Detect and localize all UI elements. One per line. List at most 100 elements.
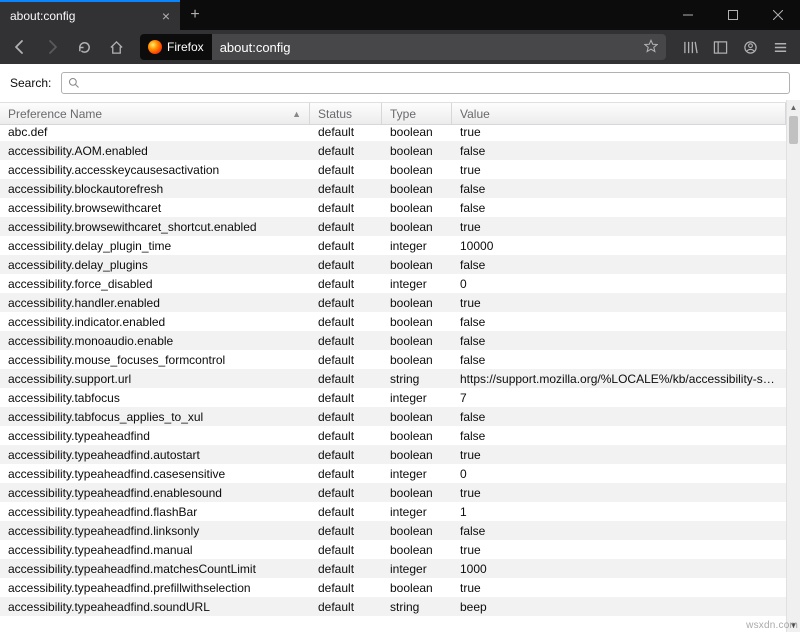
forward-button[interactable] (38, 33, 66, 61)
cell-status: default (310, 277, 382, 291)
cell-type: boolean (382, 334, 452, 348)
table-row[interactable]: accessibility.typeaheadfind.flashBardefa… (0, 502, 786, 521)
new-tab-button[interactable]: + (180, 0, 210, 30)
table-row[interactable]: accessibility.tabfocus_applies_to_xuldef… (0, 407, 786, 426)
table-row[interactable]: accessibility.mouse_focuses_formcontrold… (0, 350, 786, 369)
table-row[interactable]: accessibility.typeaheadfind.enablesoundd… (0, 483, 786, 502)
cell-type: string (382, 600, 452, 614)
cell-value: 0 (452, 277, 786, 291)
cell-status: default (310, 448, 382, 462)
url-bar[interactable]: about:config (212, 34, 666, 60)
cell-value: false (452, 144, 786, 158)
table-row[interactable]: accessibility.typeaheadfind.prefillwiths… (0, 578, 786, 597)
cell-status: default (310, 353, 382, 367)
table-row[interactable]: accessibility.blockautorefreshdefaultboo… (0, 179, 786, 198)
cell-status: default (310, 201, 382, 215)
close-tab-icon[interactable]: × (162, 8, 170, 24)
table-row[interactable]: accessibility.delay_plugin_timedefaultin… (0, 236, 786, 255)
table-row[interactable]: accessibility.browsewithcaret_shortcut.e… (0, 217, 786, 236)
table-row[interactable]: accessibility.indicator.enableddefaultbo… (0, 312, 786, 331)
scroll-thumb[interactable] (789, 116, 798, 144)
table-row[interactable]: accessibility.typeaheadfind.matchesCount… (0, 559, 786, 578)
table-row[interactable]: abc.defdefaultbooleantrue (0, 122, 786, 141)
cell-name: accessibility.tabfocus (0, 391, 310, 405)
col-header-name[interactable]: Preference Name ▲ (0, 103, 310, 124)
cell-status: default (310, 372, 382, 386)
cell-status: default (310, 524, 382, 538)
table-row[interactable]: accessibility.typeaheadfind.soundURLdefa… (0, 597, 786, 616)
account-button[interactable] (736, 33, 764, 61)
col-header-value[interactable]: Value (452, 103, 786, 124)
table-row[interactable]: accessibility.support.urldefaultstringht… (0, 369, 786, 388)
col-header-status[interactable]: Status (310, 103, 382, 124)
table-row[interactable]: accessibility.delay_pluginsdefaultboolea… (0, 255, 786, 274)
sidebar-button[interactable] (706, 33, 734, 61)
app-menu-button[interactable] (766, 33, 794, 61)
table-row[interactable]: accessibility.monoaudio.enabledefaultboo… (0, 331, 786, 350)
back-button[interactable] (6, 33, 34, 61)
navigation-toolbar: Firefox about:config (0, 30, 800, 64)
cell-name: accessibility.monoaudio.enable (0, 334, 310, 348)
table-row[interactable]: accessibility.browsewithcaretdefaultbool… (0, 198, 786, 217)
cell-name: accessibility.browsewithcaret (0, 201, 310, 215)
table-row[interactable]: accessibility.accesskeycausesactivationd… (0, 160, 786, 179)
cell-name: accessibility.typeaheadfind.flashBar (0, 505, 310, 519)
reload-button[interactable] (70, 33, 98, 61)
search-label: Search: (10, 76, 51, 90)
home-button[interactable] (102, 33, 130, 61)
table-row[interactable]: accessibility.tabfocusdefaultinteger7 (0, 388, 786, 407)
cell-status: default (310, 600, 382, 614)
cell-status: default (310, 144, 382, 158)
cell-status: default (310, 296, 382, 310)
identity-label: Firefox (167, 40, 204, 54)
cell-type: boolean (382, 429, 452, 443)
cell-value: false (452, 182, 786, 196)
cell-value: 10000 (452, 239, 786, 253)
identity-chip[interactable]: Firefox (140, 34, 212, 60)
cell-type: boolean (382, 448, 452, 462)
table-row[interactable]: accessibility.typeaheadfind.linksonlydef… (0, 521, 786, 540)
browser-tab[interactable]: about:config × (0, 0, 180, 30)
cell-type: boolean (382, 220, 452, 234)
cell-status: default (310, 258, 382, 272)
cell-value: true (452, 448, 786, 462)
cell-status: default (310, 220, 382, 234)
search-input[interactable] (61, 72, 790, 94)
cell-status: default (310, 429, 382, 443)
cell-value: 7 (452, 391, 786, 405)
cell-name: accessibility.force_disabled (0, 277, 310, 291)
cell-value: false (452, 410, 786, 424)
cell-name: accessibility.delay_plugin_time (0, 239, 310, 253)
cell-name: accessibility.typeaheadfind.enablesound (0, 486, 310, 500)
maximize-button[interactable] (710, 0, 755, 30)
cell-status: default (310, 391, 382, 405)
close-window-button[interactable] (755, 0, 800, 30)
url-text: about:config (220, 40, 291, 55)
library-button[interactable] (676, 33, 704, 61)
table-row[interactable]: accessibility.force_disableddefaultinteg… (0, 274, 786, 293)
cell-value: false (452, 201, 786, 215)
tab-title: about:config (10, 9, 75, 23)
table-row[interactable]: accessibility.typeaheadfind.casesensitiv… (0, 464, 786, 483)
table-row[interactable]: accessibility.typeaheadfind.autostartdef… (0, 445, 786, 464)
table-row[interactable]: accessibility.typeaheadfind.manualdefaul… (0, 540, 786, 559)
scroll-up-icon[interactable]: ▲ (787, 100, 800, 114)
cell-value: false (452, 315, 786, 329)
cell-type: boolean (382, 410, 452, 424)
cell-type: integer (382, 277, 452, 291)
cell-type: boolean (382, 296, 452, 310)
col-header-type[interactable]: Type (382, 103, 452, 124)
cell-name: accessibility.AOM.enabled (0, 144, 310, 158)
cell-value: beep (452, 600, 786, 614)
cell-name: accessibility.handler.enabled (0, 296, 310, 310)
bookmark-star-icon[interactable] (644, 39, 658, 56)
vertical-scrollbar[interactable]: ▲ ▼ (786, 100, 800, 632)
table-row[interactable]: accessibility.AOM.enableddefaultbooleanf… (0, 141, 786, 160)
minimize-button[interactable] (665, 0, 710, 30)
cell-value: true (452, 543, 786, 557)
table-row[interactable]: accessibility.handler.enableddefaultbool… (0, 293, 786, 312)
cell-value: 0 (452, 467, 786, 481)
table-row[interactable]: accessibility.typeaheadfinddefaultboolea… (0, 426, 786, 445)
cell-name: accessibility.typeaheadfind.casesensitiv… (0, 467, 310, 481)
cell-status: default (310, 239, 382, 253)
